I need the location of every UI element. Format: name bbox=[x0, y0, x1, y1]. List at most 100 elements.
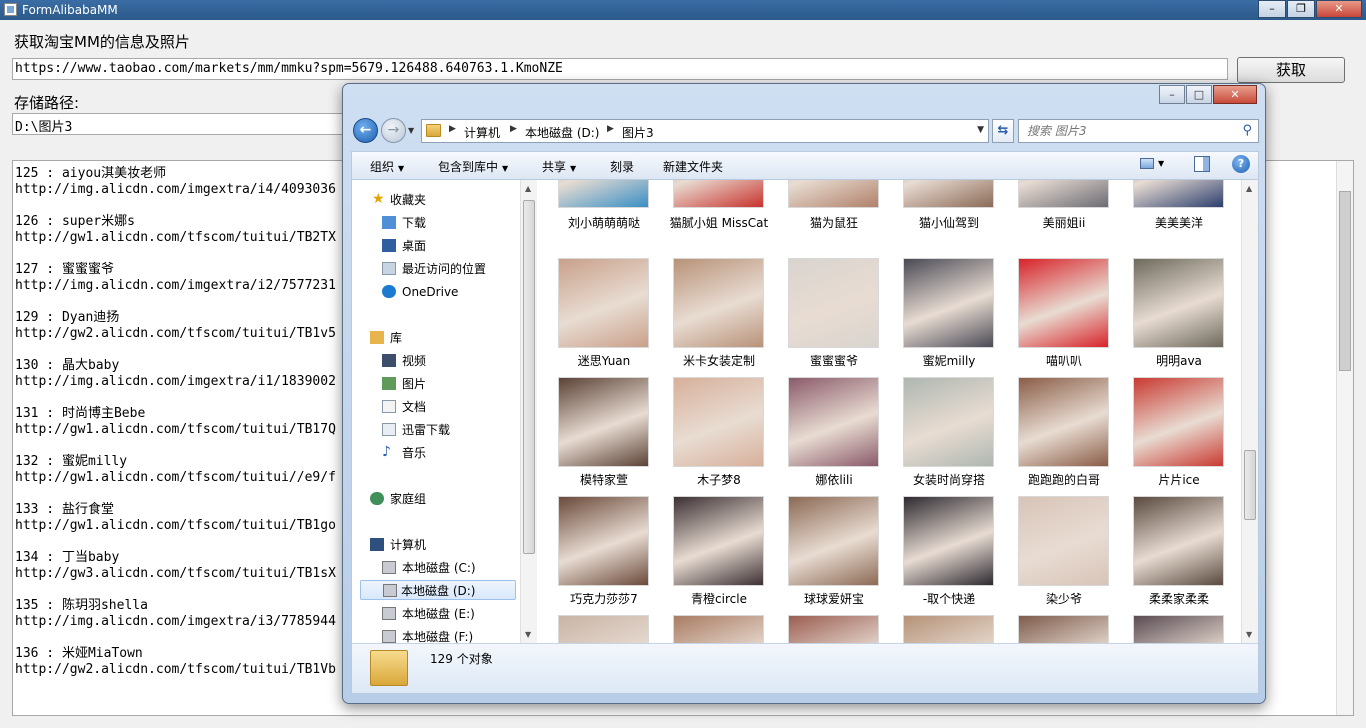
nav-scrollbar[interactable]: ▲ ▼ bbox=[520, 180, 537, 643]
nav-scroll-thumb[interactable] bbox=[523, 200, 535, 554]
file-label[interactable]: 喵叭叭 bbox=[1006, 354, 1122, 369]
forward-button[interactable]: → bbox=[381, 118, 406, 143]
nav-xunlei[interactable]: 迅雷下载 bbox=[382, 420, 450, 440]
burn-button[interactable]: 刻录 bbox=[610, 158, 634, 175]
breadcrumb-drive-d[interactable]: 本地磁盘 (D:) bbox=[525, 124, 599, 141]
file-thumbnail[interactable] bbox=[1133, 496, 1224, 586]
share-menu[interactable]: 共享 ▼ bbox=[542, 158, 576, 175]
file-thumbnail[interactable] bbox=[1133, 258, 1224, 348]
file-label[interactable]: 娜依lili bbox=[776, 473, 892, 488]
file-thumbnail[interactable] bbox=[903, 180, 994, 208]
file-thumbnail[interactable] bbox=[788, 615, 879, 643]
file-thumbnail[interactable] bbox=[1018, 258, 1109, 348]
file-thumbnail[interactable] bbox=[788, 258, 879, 348]
search-icon[interactable]: ⚲ bbox=[1242, 123, 1252, 138]
file-view[interactable]: 刘小萌萌萌哒 猫腻小姐 MissCat 猫为鼠狂 猫小仙驾到 美丽姐ii 美美美洋 迷思Yu… bbox=[538, 180, 1241, 643]
file-thumbnail[interactable] bbox=[903, 377, 994, 467]
search-input[interactable] bbox=[1027, 124, 1227, 138]
nav-downloads[interactable]: 下载 bbox=[382, 213, 426, 233]
file-thumbnail[interactable] bbox=[558, 180, 649, 208]
fetch-button[interactable]: 获取 bbox=[1237, 57, 1345, 83]
file-label[interactable]: 木子梦8 bbox=[661, 473, 777, 488]
organize-menu[interactable]: 组织 ▼ bbox=[370, 158, 404, 175]
navigation-pane[interactable]: ★ 收藏夹 下载 桌面 最近访问的位置 OneDrive 库 视频 图片 文档 迅… bbox=[352, 180, 520, 643]
path-input[interactable]: D:\图片3 bbox=[12, 113, 352, 135]
file-label[interactable]: 模特家萱 bbox=[546, 473, 662, 488]
nav-favorites[interactable]: ★ 收藏夹 bbox=[372, 190, 426, 210]
file-thumbnail[interactable] bbox=[673, 496, 764, 586]
explorer-maximize-button[interactable]: □ bbox=[1186, 85, 1212, 104]
refresh-button[interactable]: ⇆ bbox=[992, 119, 1014, 143]
chevron-right-icon[interactable]: ▶ bbox=[510, 124, 517, 134]
minimize-button[interactable]: – bbox=[1258, 0, 1286, 18]
close-button[interactable]: ✕ bbox=[1316, 0, 1362, 18]
file-thumbnail[interactable] bbox=[558, 496, 649, 586]
file-thumbnail[interactable] bbox=[558, 615, 649, 643]
recent-pages-dropdown[interactable]: ▼ bbox=[408, 126, 418, 136]
nav-videos[interactable]: 视频 bbox=[382, 351, 426, 371]
back-button[interactable]: ← bbox=[353, 118, 378, 143]
explorer-minimize-button[interactable]: – bbox=[1159, 85, 1185, 104]
explorer-close-button[interactable]: ✕ bbox=[1213, 85, 1257, 104]
maximize-button[interactable]: ❐ bbox=[1287, 0, 1315, 18]
file-thumbnail[interactable] bbox=[673, 615, 764, 643]
nav-homegroup[interactable]: 家庭组 bbox=[370, 489, 426, 509]
files-scroll-thumb[interactable] bbox=[1244, 450, 1256, 520]
nav-drive-e[interactable]: 本地磁盘 (E:) bbox=[382, 604, 475, 624]
help-icon[interactable]: ? bbox=[1232, 155, 1250, 173]
file-label[interactable]: 片片ice bbox=[1121, 473, 1237, 488]
nav-onedrive[interactable]: OneDrive bbox=[382, 282, 458, 302]
breadcrumb-computer[interactable]: 计算机 bbox=[464, 124, 500, 141]
file-label[interactable]: -取个快递 bbox=[891, 592, 1007, 607]
log-scrollbar[interactable] bbox=[1336, 161, 1353, 715]
file-thumbnail[interactable] bbox=[1018, 496, 1109, 586]
file-thumbnail[interactable] bbox=[673, 180, 764, 208]
nav-drive-f[interactable]: 本地磁盘 (F:) bbox=[382, 627, 473, 643]
file-thumbnail[interactable] bbox=[558, 258, 649, 348]
log-scroll-thumb[interactable] bbox=[1339, 191, 1351, 371]
search-box[interactable]: ⚲ bbox=[1018, 119, 1259, 143]
file-label[interactable]: 青橙circle bbox=[661, 592, 777, 607]
file-thumbnail[interactable] bbox=[558, 377, 649, 467]
scroll-down-icon[interactable]: ▼ bbox=[1246, 630, 1252, 639]
file-thumbnail[interactable] bbox=[1133, 615, 1224, 643]
breadcrumb-folder[interactable]: 图片3 bbox=[622, 124, 654, 141]
file-label[interactable]: 跑跑跑的白哥 bbox=[1006, 473, 1122, 488]
file-label[interactable]: 猫小仙驾到 bbox=[891, 216, 1007, 231]
include-in-library-menu[interactable]: 包含到库中 ▼ bbox=[438, 158, 508, 175]
file-thumbnail[interactable] bbox=[903, 615, 994, 643]
scroll-down-icon[interactable]: ▼ bbox=[525, 630, 531, 639]
chevron-right-icon[interactable]: ▶ bbox=[449, 124, 456, 134]
file-label[interactable]: 猫为鼠狂 bbox=[776, 216, 892, 231]
nav-documents[interactable]: 文档 bbox=[382, 397, 426, 417]
change-view-button[interactable]: ▼ bbox=[1140, 156, 1174, 174]
file-label[interactable]: 明明ava bbox=[1121, 354, 1237, 369]
file-thumbnail[interactable] bbox=[903, 496, 994, 586]
file-thumbnail[interactable] bbox=[673, 258, 764, 348]
file-label[interactable]: 球球爱妍宝 bbox=[776, 592, 892, 607]
files-scrollbar[interactable]: ▲ ▼ bbox=[1241, 180, 1258, 643]
file-label[interactable]: 柔柔家柔柔 bbox=[1121, 592, 1237, 607]
file-thumbnail[interactable] bbox=[1133, 377, 1224, 467]
nav-pictures[interactable]: 图片 bbox=[382, 374, 426, 394]
nav-desktop[interactable]: 桌面 bbox=[382, 236, 426, 256]
nav-drive-d[interactable]: 本地磁盘 (D:) bbox=[360, 580, 516, 600]
file-thumbnail[interactable] bbox=[903, 258, 994, 348]
file-label[interactable]: 刘小萌萌萌哒 bbox=[546, 216, 662, 231]
address-dropdown-icon[interactable]: ▼ bbox=[977, 125, 984, 135]
nav-libraries[interactable]: 库 bbox=[370, 328, 402, 348]
nav-music[interactable]: ♪ 音乐 bbox=[382, 443, 426, 463]
file-thumbnail[interactable] bbox=[788, 377, 879, 467]
file-label[interactable]: 蜜蜜蜜爷 bbox=[776, 354, 892, 369]
file-thumbnail[interactable] bbox=[1133, 180, 1224, 208]
file-label[interactable]: 女装时尚穿搭 bbox=[891, 473, 1007, 488]
file-label[interactable]: 美丽姐ii bbox=[1006, 216, 1122, 231]
file-label[interactable]: 蜜妮milly bbox=[891, 354, 1007, 369]
new-folder-button[interactable]: 新建文件夹 bbox=[663, 158, 723, 175]
file-label[interactable]: 米卡女装定制 bbox=[661, 354, 777, 369]
file-thumbnail[interactable] bbox=[673, 377, 764, 467]
url-input[interactable]: https://www.taobao.com/markets/mm/mmku?s… bbox=[12, 58, 1228, 80]
nav-drive-c[interactable]: 本地磁盘 (C:) bbox=[382, 558, 476, 578]
preview-pane-button[interactable] bbox=[1194, 156, 1210, 172]
file-label[interactable]: 迷思Yuan bbox=[546, 354, 662, 369]
